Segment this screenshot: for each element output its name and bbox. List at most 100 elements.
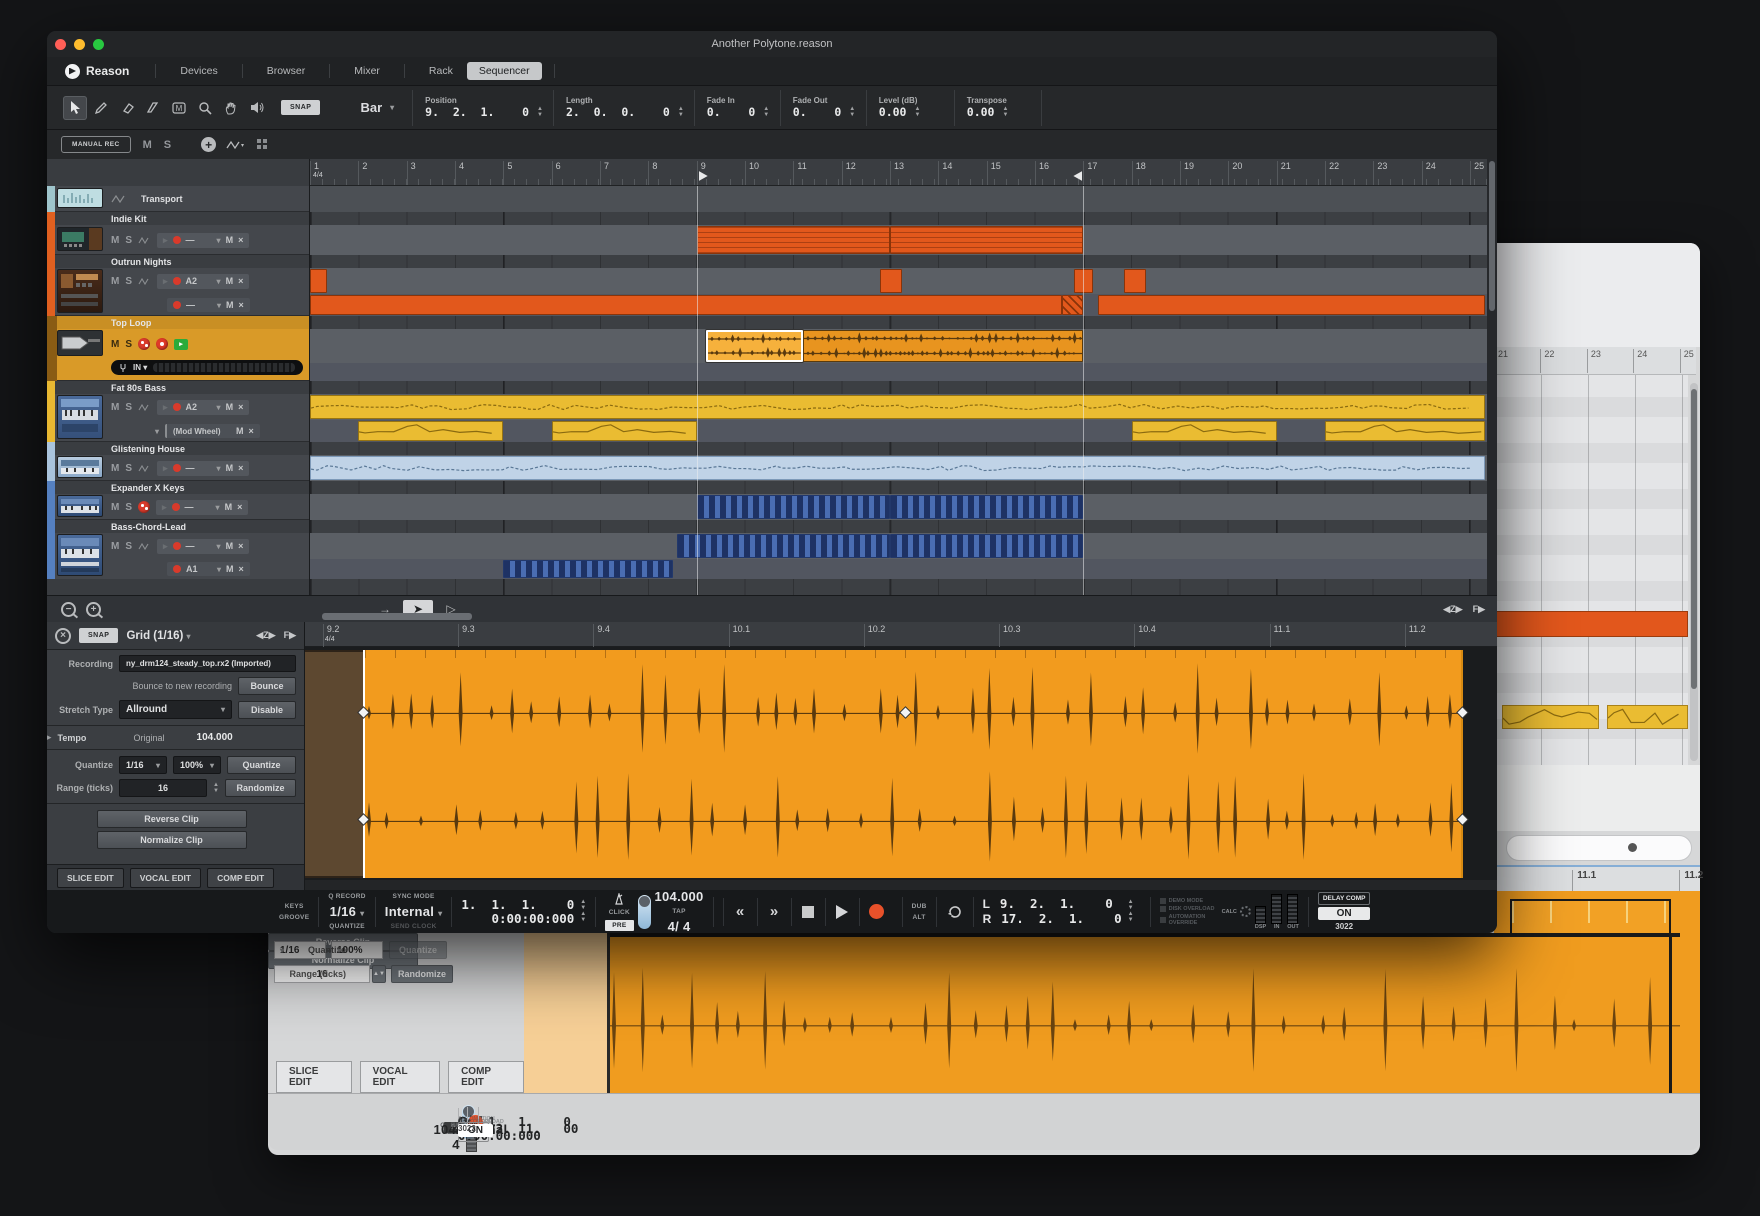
clip-expander-x-keys[interactable] — [890, 495, 1083, 519]
eraser-tool[interactable] — [115, 96, 139, 120]
range-stepper[interactable]: ▲▼ — [213, 783, 219, 794]
solo-button[interactable]: S — [125, 276, 132, 287]
arrangement-lane-fat-80s-bass[interactable] — [310, 420, 1487, 442]
fade-out-field[interactable]: Fade Out0. 0▲▼ — [780, 90, 866, 126]
track-bass-chord-lead[interactable]: Bass-Chord-Lead MS ▸—▾M× A1▾M× — [47, 520, 309, 579]
mute-tool[interactable]: M — [167, 96, 191, 120]
output-select[interactable]: A2 — [186, 402, 212, 412]
menu-browser[interactable]: Browser — [255, 61, 318, 81]
track-fat-80s-bass[interactable]: Fat 80s Bass MS ▸A2▾M× ▾(Mod Wheel)M× — [47, 381, 309, 442]
clip-fat-80s-bass[interactable] — [1325, 421, 1485, 441]
zoom-out-icon[interactable]: − — [61, 602, 76, 617]
track-top-loop[interactable]: Top Loop MS ▸ IN ▾ — [47, 316, 309, 381]
arrangement-lane-bass-chord-lead[interactable] — [310, 533, 1487, 559]
sync-mode[interactable]: SYNC MODEInternal ▾SEND CLOCK — [385, 893, 443, 930]
counter-stepper[interactable]: ▲▼▲▼ — [580, 900, 586, 923]
solo-all-button[interactable]: S — [164, 139, 171, 151]
manual-rec-button[interactable]: MANUAL REC — [61, 136, 131, 153]
clip-outrun-nights[interactable] — [1098, 295, 1485, 315]
keys-groove[interactable]: KEYSGROOVE — [279, 903, 309, 921]
bg-tab-comp-edit[interactable]: COMP EDIT — [448, 1061, 524, 1093]
add-track-button[interactable]: + — [201, 137, 216, 152]
solo-button[interactable]: S — [125, 463, 132, 474]
arrangement-lane-glistening-house[interactable] — [310, 455, 1487, 481]
output-select[interactable]: A2 — [186, 276, 212, 286]
clip-fat-80s-bass[interactable] — [358, 421, 503, 441]
pencil-tool[interactable] — [89, 96, 113, 120]
editor-horizontal-scrollbar[interactable] — [305, 880, 1497, 890]
level-field[interactable]: Level (dB)0.00▲▼ — [866, 90, 954, 126]
lane-mute[interactable]: M — [226, 235, 234, 245]
click-control[interactable]: CLICKPRE — [605, 893, 633, 931]
q-record[interactable]: Q RECORD1/16 ▾QUANTIZE — [328, 893, 365, 930]
track-transport[interactable]: Transport — [47, 186, 309, 212]
lane-mute[interactable]: M — [226, 463, 234, 473]
loop-stepper[interactable]: ▲▼▲▼ — [1128, 900, 1134, 923]
lane-delete[interactable]: × — [238, 463, 243, 473]
arrangement-lane-indie-kit[interactable] — [310, 225, 1487, 255]
mod-wheel-lane[interactable]: (Mod Wheel)M× — [165, 424, 260, 438]
lane-mute[interactable]: M — [226, 564, 234, 574]
reverse-clip-button[interactable]: Reverse Clip — [97, 810, 247, 828]
record-arm[interactable] — [173, 403, 181, 411]
pointer-tool[interactable] — [63, 96, 87, 120]
lane-delete[interactable]: × — [237, 502, 242, 512]
clip-glistening-house[interactable] — [310, 456, 1485, 480]
lane-mute[interactable]: M — [225, 502, 233, 512]
editor-follow-icon[interactable]: F▶ — [284, 630, 296, 641]
mute-button[interactable]: M — [111, 402, 119, 413]
clip-fat-80s-bass[interactable] — [310, 395, 1485, 419]
stop-button[interactable] — [791, 898, 825, 926]
bg-bar-ruler[interactable]: 2122232425 — [1494, 347, 1696, 375]
bg-range-stepper[interactable]: ▲▼ — [372, 965, 386, 983]
output-select[interactable]: — — [186, 235, 212, 245]
record-arm[interactable] — [173, 277, 181, 285]
clip-bass-chord-lead[interactable] — [677, 534, 890, 558]
output-select[interactable]: — — [186, 463, 212, 473]
mute-button[interactable]: M — [111, 339, 119, 350]
arrangement-area[interactable] — [310, 186, 1487, 595]
lane2-target[interactable]: — — [186, 300, 212, 310]
lane2-controls[interactable]: —▾M× — [167, 298, 250, 312]
lane-controls[interactable]: ▸—▾M× — [157, 233, 249, 248]
quantize-button[interactable]: Quantize — [227, 756, 296, 774]
mute-button[interactable]: M — [111, 276, 119, 287]
lane-controls[interactable]: ▸—▾M× — [157, 539, 249, 554]
lane-delete[interactable]: × — [238, 402, 243, 412]
editor-grid-select[interactable]: Grid (1/16) ▾ — [126, 630, 190, 642]
clip-bass-chord-lead[interactable] — [503, 560, 672, 578]
solo-button[interactable]: S — [125, 541, 132, 552]
bg-quantize-strength[interactable]: 100%▾ — [331, 941, 383, 959]
bg-vertical-scrollbar[interactable] — [1690, 383, 1698, 761]
grid-view-icon[interactable] — [256, 138, 269, 151]
tab-vocal-edit[interactable]: VOCAL EDIT — [130, 868, 201, 888]
mute-button[interactable]: M — [111, 463, 119, 474]
solo-button[interactable]: S — [125, 502, 132, 513]
arrangement-lane-expander-x-keys[interactable] — [310, 494, 1487, 520]
quantize-value-select[interactable]: 1/16▾ — [119, 756, 167, 774]
lane-controls[interactable]: ▸—▾M× — [157, 461, 249, 476]
clip-outrun-nights[interactable] — [310, 295, 1062, 315]
clip-outrun-nights[interactable] — [310, 269, 327, 293]
editor-zoom-icon[interactable]: ◀Z▶ — [256, 630, 275, 641]
randomize-button[interactable]: Randomize — [225, 779, 296, 797]
click-level-fader[interactable] — [638, 895, 651, 929]
track-outrun-nights[interactable]: Outrun Nights MS ▸A2▾M× —▾M× — [47, 255, 309, 316]
lane-delete[interactable]: × — [238, 235, 243, 245]
recording-value[interactable]: ny_drm124_steady_top.rx2 (Imported) — [119, 655, 296, 672]
clip-outrun-nights[interactable] — [1062, 295, 1084, 315]
track-glistening-house[interactable]: Glistening House MS ▸—▾M× — [47, 442, 309, 481]
record-arm[interactable] — [172, 503, 180, 511]
bg-tab-slice-edit[interactable]: SLICE EDIT — [276, 1061, 352, 1093]
bg-quantize-button[interactable]: Quantize — [389, 941, 447, 959]
lane-controls[interactable]: ▸—▾M× — [156, 500, 248, 515]
output-select[interactable]: — — [185, 502, 211, 512]
editor-body[interactable] — [305, 647, 1497, 890]
rewind-button[interactable]: « — [723, 898, 757, 926]
lane-delete[interactable]: × — [238, 276, 243, 286]
lane-mute[interactable]: M — [226, 300, 234, 310]
snap-toggle[interactable]: SNAP — [281, 100, 320, 115]
close-editor-icon[interactable]: × — [55, 628, 71, 644]
track-expander-x-keys[interactable]: Expander X Keys MS ▸—▾M× — [47, 481, 309, 520]
normalize-clip-button[interactable]: Normalize Clip — [97, 831, 247, 849]
